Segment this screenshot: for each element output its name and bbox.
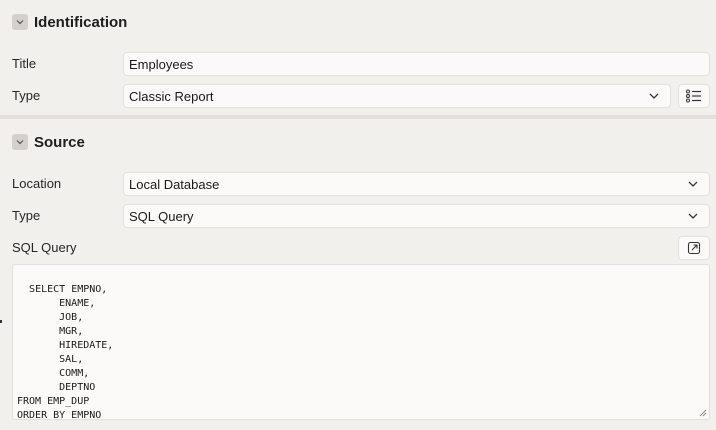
- source-header: Source: [12, 132, 85, 152]
- gutter-marker: [0, 320, 2, 323]
- chevron-down-icon: [681, 172, 705, 196]
- chevron-down-icon: [642, 84, 666, 108]
- list-icon: [686, 89, 701, 103]
- sql-query-label: SQL Query: [12, 240, 77, 255]
- list-button[interactable]: [678, 84, 710, 108]
- expand-icon: [687, 241, 701, 255]
- source-title: Source: [34, 133, 85, 151]
- identification-header: Identification: [12, 12, 127, 32]
- title-label: Title: [12, 56, 37, 71]
- sql-query-editor[interactable]: SELECT EMPNO, ENAME, JOB, MGR, HIREDATE,…: [12, 264, 710, 420]
- chevron-down-icon: [681, 204, 705, 228]
- identification-type-label: Type: [12, 88, 41, 103]
- location-label: Location: [12, 176, 62, 191]
- title-value: Employees: [129, 56, 194, 72]
- resize-handle-icon[interactable]: [699, 409, 707, 417]
- source-type-label: Type: [12, 208, 41, 223]
- location-value: Local Database: [129, 176, 220, 192]
- source-collapse-button[interactable]: [12, 134, 28, 150]
- identification-collapse-button[interactable]: [12, 14, 28, 30]
- sql-query-text: SELECT EMPNO, ENAME, JOB, MGR, HIREDATE,…: [17, 284, 114, 420]
- identification-type-value: Classic Report: [129, 88, 214, 104]
- identification-type-select[interactable]: Classic Report: [123, 84, 671, 108]
- location-select[interactable]: Local Database: [123, 172, 710, 196]
- chevron-down-icon: [16, 20, 24, 25]
- identification-title: Identification: [34, 13, 128, 31]
- chevron-down-icon: [16, 140, 24, 145]
- section-divider: [0, 115, 716, 119]
- expand-editor-button[interactable]: [678, 236, 710, 260]
- source-type-value: SQL Query: [129, 208, 194, 224]
- title-input[interactable]: Employees: [123, 52, 710, 76]
- source-type-select[interactable]: SQL Query: [123, 204, 710, 228]
